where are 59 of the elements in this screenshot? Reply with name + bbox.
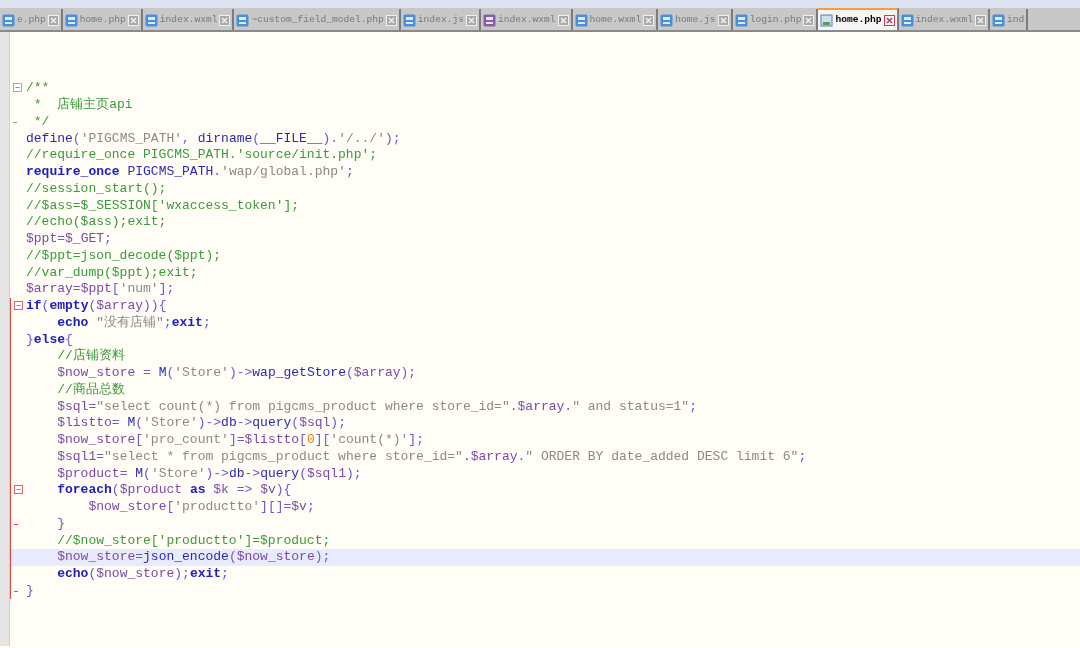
file-icon xyxy=(734,13,748,27)
file-icon xyxy=(660,13,674,27)
code-line: require_once PIGCMS_PATH.'wap/global.php'; xyxy=(26,164,354,181)
code-comment: */ xyxy=(32,113,50,130)
file-icon xyxy=(402,13,416,27)
file-icon xyxy=(144,13,158,27)
code-comment: //var_dump($ppt);exit; xyxy=(26,264,198,281)
code-comment: //$now_store['productto']=$product; xyxy=(56,532,331,549)
file-tab[interactable]: index.wxml xyxy=(480,9,573,30)
code-comment: //$ass=$_SESSION['wxaccess_token']; xyxy=(26,197,300,214)
file-icon xyxy=(2,13,15,27)
file-tab[interactable]: index.wxml xyxy=(898,9,991,30)
code-line: $sql1="select * from pigcms_product where store_id=".$array." ORDER BY date_added DESC limit 6"; xyxy=(56,448,807,465)
code-line: }else{ xyxy=(26,331,73,348)
file-tab[interactable]: ind xyxy=(990,9,1029,30)
fold-toggle-icon[interactable] xyxy=(13,83,22,92)
file-tab[interactable]: login.php xyxy=(732,9,819,30)
file-tab[interactable]: ~custom_field_model.php xyxy=(234,9,401,30)
file-icon xyxy=(574,13,588,27)
code-line: $now_store['productto'][]=$v; xyxy=(87,499,315,516)
file-icon xyxy=(992,13,1006,27)
code-comment: //echo($ass);exit; xyxy=(26,214,167,231)
code-line: } xyxy=(26,582,34,599)
code-comment: //session_start(); xyxy=(26,180,167,197)
file-icon xyxy=(820,14,834,27)
code-line: echo($now_store);exit; xyxy=(56,566,229,583)
code-line: $array=$ppt['num']; xyxy=(26,281,175,298)
code-comment: /** xyxy=(26,80,50,97)
file-tab[interactable]: home.php xyxy=(62,9,143,30)
file-tab[interactable]: index.js xyxy=(400,9,481,30)
code-line: echo "没有店铺";exit; xyxy=(56,314,211,331)
code-line: $now_store = M('Store')->wap_getStore($array); xyxy=(56,365,417,382)
fold-toggle-icon[interactable] xyxy=(14,300,23,310)
code-line: $ppt=$_GET; xyxy=(26,231,112,248)
code-line: $now_store=json_encode($now_store); xyxy=(56,549,331,566)
file-icon xyxy=(64,13,78,27)
code-line: $product= M('Store')->db->query($sql1); xyxy=(56,465,362,482)
code-comment: * 店铺主页api xyxy=(32,97,133,114)
fold-toggle-icon[interactable] xyxy=(14,485,23,494)
file-tab[interactable]: index.wxml xyxy=(142,9,235,30)
code-line: } xyxy=(56,515,66,532)
code-comment: //require_once PIGCMS_PATH.'source/init.php'; xyxy=(26,147,378,164)
file-tab[interactable]: home.php xyxy=(818,8,899,30)
file-icon xyxy=(482,13,496,27)
code-comment: //$ppt=json_decode($ppt); xyxy=(26,247,222,264)
code-line: foreach($product as $k => $v){ xyxy=(56,482,292,499)
code-comment: //店铺资料 xyxy=(56,348,125,365)
code-line: $listto= M('Store')->db->query($sql); xyxy=(56,415,346,432)
code-comment: //商品总数 xyxy=(56,381,125,398)
code-line: $sql="select count(*) from pigcms_product where store_id=".$array." and status=1"; xyxy=(56,398,697,415)
file-tab[interactable]: home.wxml xyxy=(572,9,659,30)
file-tab[interactable]: e.php xyxy=(0,9,63,30)
code-line: $now_store['pro_count']=$listto[0]['count(*)']; xyxy=(56,432,424,449)
code-line: define('PIGCMS_PATH', dirname(__FILE__).'/../'); xyxy=(26,130,401,147)
close-icon[interactable] xyxy=(883,15,895,26)
file-tab[interactable]: home.js xyxy=(658,9,733,30)
file-icon xyxy=(236,13,250,27)
file-icon xyxy=(900,13,914,27)
code-line: if(empty($array)){ xyxy=(26,298,167,315)
